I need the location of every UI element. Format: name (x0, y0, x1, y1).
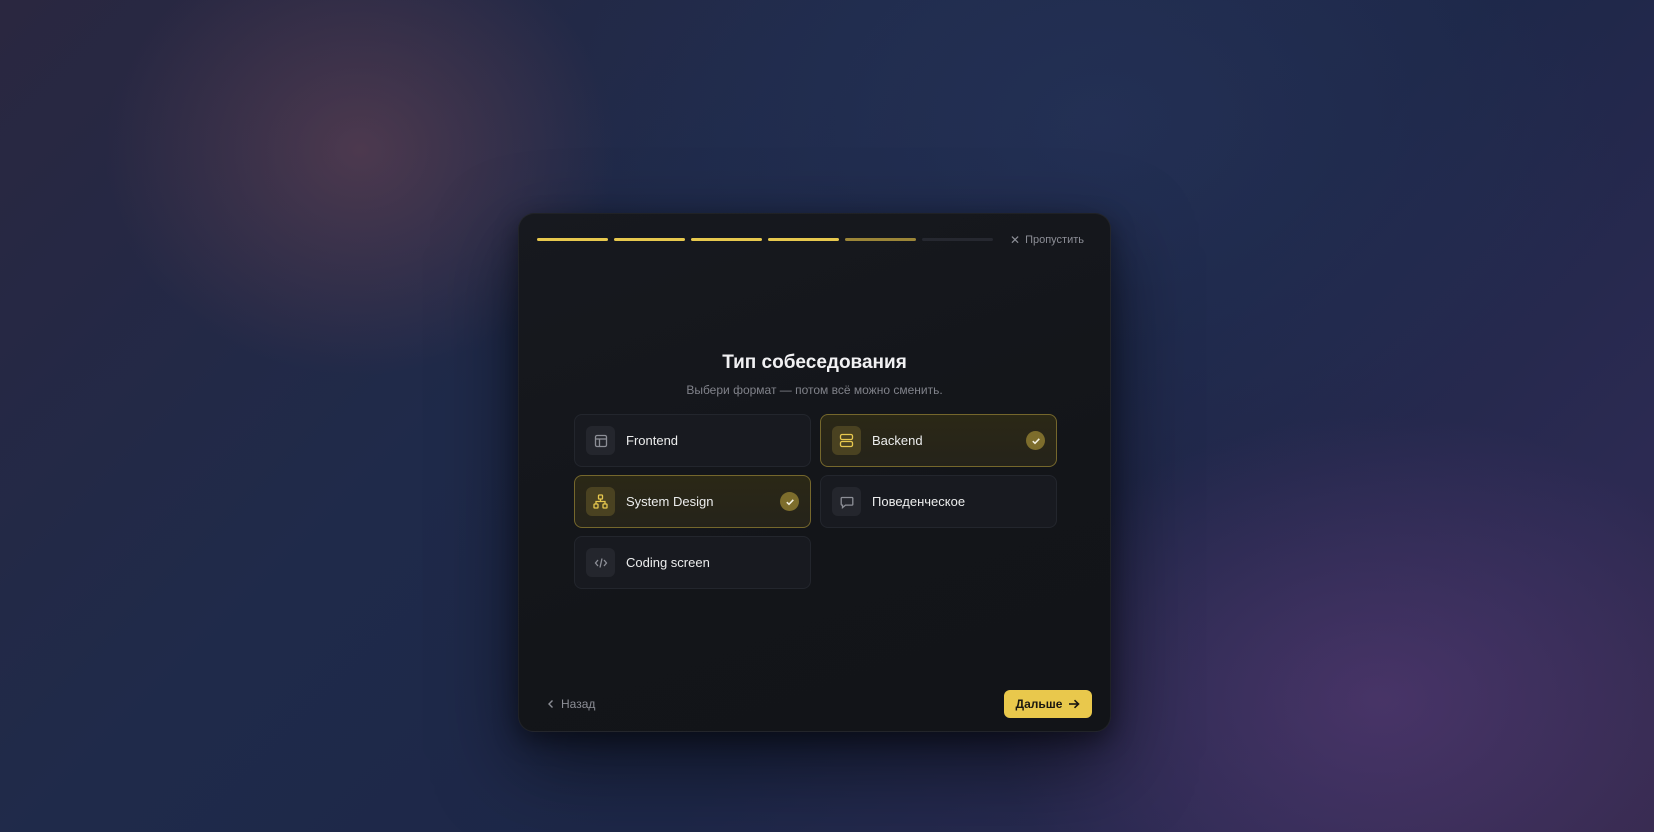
close-icon: ✕ (1010, 233, 1021, 247)
check-icon (1026, 431, 1045, 450)
skip-label: Пропустить (1025, 234, 1084, 246)
option-coding-screen[interactable]: Coding screen (574, 536, 811, 589)
back-button[interactable]: Назад (547, 697, 595, 711)
progress-step-4 (768, 238, 839, 241)
progress-step-2 (614, 238, 685, 241)
option-frontend[interactable]: Frontend (574, 414, 811, 467)
progress-step-3 (691, 238, 762, 241)
option-system-design[interactable]: System Design (574, 475, 811, 528)
check-icon (780, 492, 799, 511)
chevron-left-icon (548, 700, 553, 708)
progress-step-6 (922, 238, 993, 241)
interview-type-options: Frontend Backend System Design Поведенче… (574, 414, 1057, 589)
hierarchy-icon (586, 487, 615, 516)
arrow-right-icon (1069, 699, 1081, 709)
option-label: Frontend (626, 433, 679, 448)
progress-step-5 (845, 238, 916, 241)
layout-icon (586, 426, 615, 455)
next-button[interactable]: Дальше (1004, 690, 1092, 718)
option-behavioral[interactable]: Поведенческое (820, 475, 1057, 528)
option-label: Поведенческое (872, 494, 966, 509)
skip-button[interactable]: ✕ Пропустить (1010, 232, 1084, 248)
page-subtitle: Выбери формат — потом всё можно сменить. (686, 383, 943, 397)
server-icon (832, 426, 861, 455)
next-label: Дальше (1015, 697, 1063, 711)
code-icon (586, 548, 615, 577)
progress-step-1 (537, 238, 608, 241)
progress-bar (537, 238, 993, 241)
option-label: Backend (872, 433, 923, 448)
option-label: System Design (626, 494, 714, 509)
back-label: Назад (561, 697, 596, 711)
option-label: Coding screen (626, 555, 710, 570)
option-backend[interactable]: Backend (820, 414, 1057, 467)
chat-bubble-icon (832, 487, 861, 516)
page-title: Тип собеседования (722, 352, 907, 373)
onboarding-modal: ✕ Пропустить Тип собеседования Выбери фо… (518, 213, 1111, 732)
